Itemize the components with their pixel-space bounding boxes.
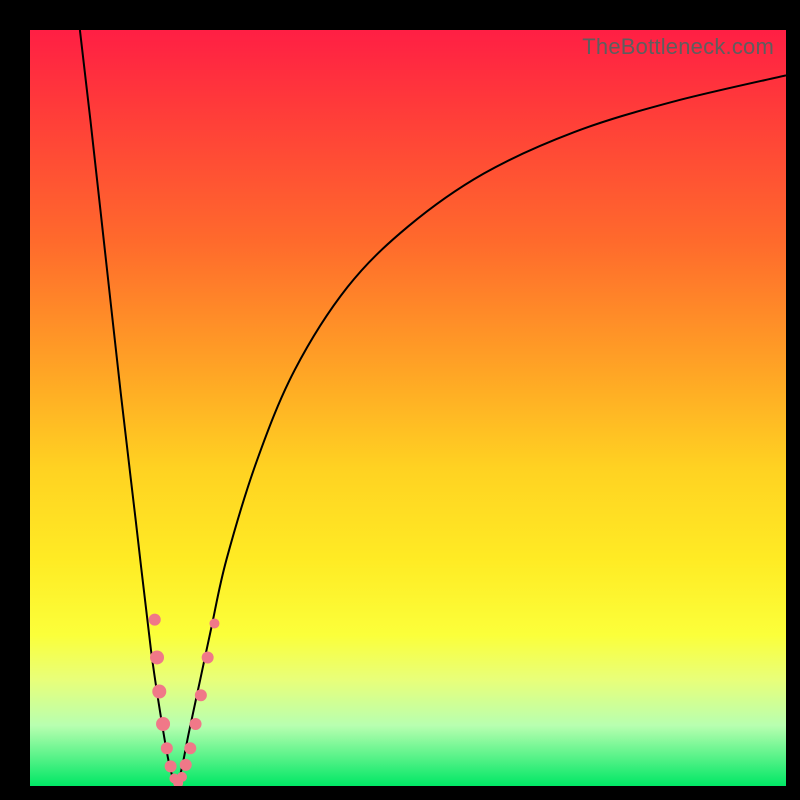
plot-area: TheBottleneck.com: [30, 30, 786, 786]
curve-left-branch: [80, 30, 176, 786]
marker-dot: [184, 742, 196, 754]
marker-dot: [177, 772, 187, 782]
marker-dot: [165, 760, 177, 772]
marker-dot: [180, 759, 192, 771]
marker-dot: [149, 614, 161, 626]
marker-dot: [161, 742, 173, 754]
curve-right-branch: [176, 75, 786, 786]
marker-dot: [156, 717, 170, 731]
marker-dot: [150, 650, 164, 664]
marker-dot: [202, 651, 214, 663]
chart-frame: TheBottleneck.com: [0, 0, 800, 800]
marker-dot: [190, 718, 202, 730]
marker-dot: [152, 685, 166, 699]
marker-dot: [195, 689, 207, 701]
marker-dot: [209, 618, 219, 628]
chart-svg: [30, 30, 786, 786]
